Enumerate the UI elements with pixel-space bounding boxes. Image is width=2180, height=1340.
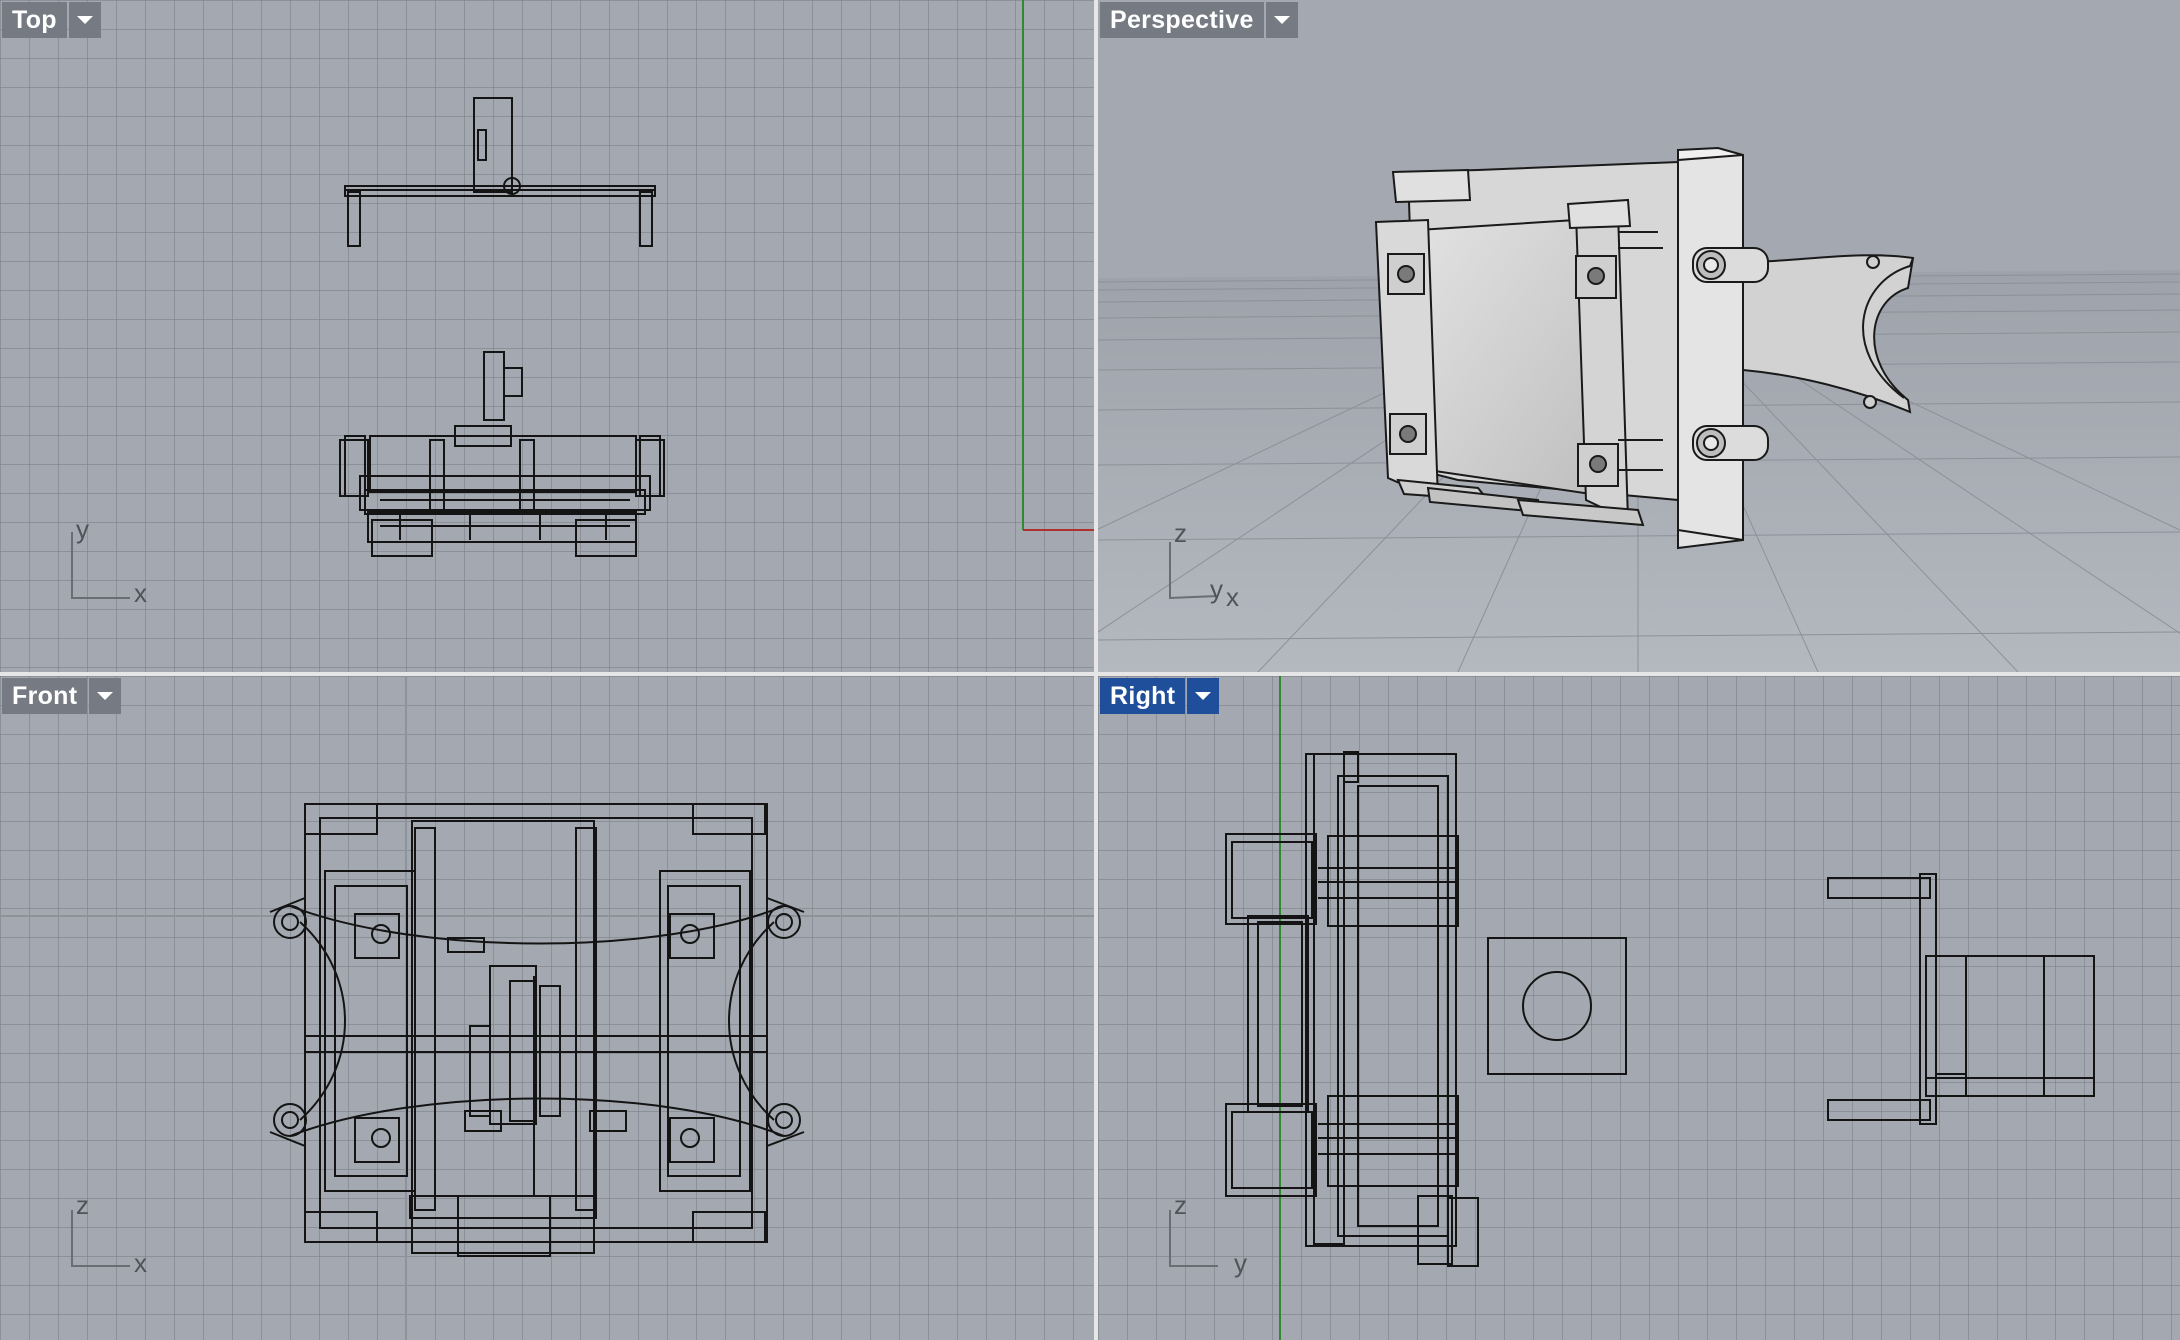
axis-label-horizontal: y: [1210, 574, 1223, 604]
top-view-wireframe: [71, 0, 1094, 599]
axis-label-vertical: y: [76, 514, 89, 544]
right-view-wireframe: [1169, 676, 2095, 1340]
viewport-front[interactable]: Front z x: [0, 676, 1094, 1340]
axis-label-horizontal: x: [134, 578, 147, 608]
viewport-tab-front[interactable]: Front: [2, 678, 122, 714]
viewport-title[interactable]: Perspective: [1100, 2, 1264, 38]
axis-label-vertical: z: [76, 1190, 89, 1220]
viewport-perspective[interactable]: Perspective z y x: [1098, 0, 2180, 672]
chevron-down-icon[interactable]: [89, 678, 122, 714]
top-wireframe-model: [339, 97, 665, 557]
right-wireframe-model-center: [1487, 937, 1627, 1075]
front-view-wireframe: [0, 676, 1094, 1340]
axis-label-vertical: z: [1174, 1190, 1187, 1220]
axis-label-horizontal: x: [134, 1248, 147, 1278]
axis-label-vertical: z: [1174, 518, 1187, 548]
viewport-tab-perspective[interactable]: Perspective: [1100, 2, 1298, 38]
right-wireframe-model-left: [1225, 751, 1479, 1267]
right-wireframe-model-right: [1827, 873, 2095, 1125]
viewport-right[interactable]: Right z y: [1098, 676, 2180, 1340]
viewport-title[interactable]: Front: [2, 678, 88, 714]
viewport-title[interactable]: Top: [2, 2, 67, 38]
chevron-down-icon[interactable]: [1187, 678, 1220, 714]
chevron-down-icon[interactable]: [1265, 2, 1298, 38]
viewport-tab-top[interactable]: Top: [2, 2, 101, 38]
axis-label-horizontal-2: x: [1226, 582, 1239, 612]
viewport-tab-right[interactable]: Right: [1100, 678, 1220, 714]
axis-label-horizontal: y: [1234, 1248, 1247, 1278]
viewport-title[interactable]: Right: [1100, 678, 1186, 714]
viewport-top[interactable]: Top y x: [0, 0, 1094, 672]
chevron-down-icon[interactable]: [68, 2, 101, 38]
front-wireframe-model: [269, 803, 805, 1257]
perspective-scene: [1098, 146, 2180, 672]
